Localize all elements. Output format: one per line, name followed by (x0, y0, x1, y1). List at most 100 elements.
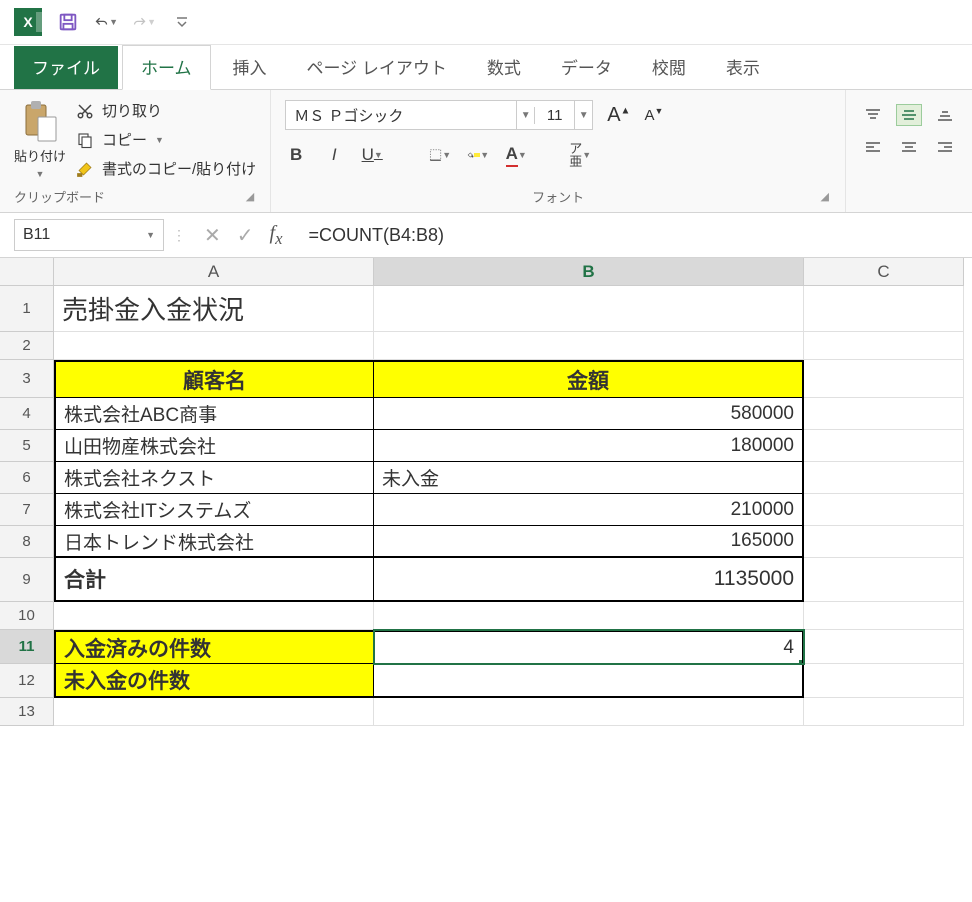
select-all-corner[interactable] (0, 258, 54, 286)
cell-A13[interactable] (54, 698, 374, 726)
row-header[interactable]: 4 (0, 398, 54, 430)
cell-A6[interactable]: 株式会社ネクスト (54, 462, 374, 494)
row-header[interactable]: 3 (0, 360, 54, 398)
cell-C7[interactable] (804, 494, 964, 526)
worksheet-grid[interactable]: 1 2 3 4 5 6 7 8 9 10 11 12 13 A B C 売掛金入… (0, 258, 972, 726)
align-bottom-button[interactable] (932, 104, 958, 126)
cell-B6[interactable]: 未入金 (374, 462, 804, 494)
cell-A5[interactable]: 山田物産株式会社 (54, 430, 374, 462)
row-header[interactable]: 13 (0, 698, 54, 726)
font-size-value[interactable]: 11 (534, 107, 574, 124)
cell-C5[interactable] (804, 430, 964, 462)
row-header[interactable]: 10 (0, 602, 54, 630)
increase-font-icon[interactable]: A▲ (607, 104, 630, 127)
cell-B2[interactable] (374, 332, 804, 360)
tab-home[interactable]: ホーム (122, 45, 211, 90)
row-header[interactable]: 2 (0, 332, 54, 360)
save-button[interactable] (56, 10, 80, 34)
tab-insert[interactable]: 挿入 (215, 46, 285, 89)
dialog-launcher-icon[interactable]: ◢ (244, 188, 256, 205)
cell-C4[interactable] (804, 398, 964, 430)
cancel-formula-icon[interactable]: ✕ (204, 223, 221, 248)
cell-A7[interactable]: 株式会社ITシステムズ (54, 494, 374, 526)
dialog-launcher-icon[interactable]: ◢ (819, 188, 831, 205)
copy-button[interactable]: コピー ▼ (76, 129, 256, 150)
align-right-button[interactable] (932, 136, 958, 158)
tab-formulas[interactable]: 数式 (469, 46, 539, 89)
cell-B1[interactable] (374, 286, 804, 332)
tab-view[interactable]: 表示 (708, 46, 778, 89)
cell-C10[interactable] (804, 602, 964, 630)
chevron-down-icon[interactable]: ▼ (516, 101, 534, 129)
name-box[interactable]: B11 ▼ (14, 219, 164, 251)
cell-A1[interactable]: 売掛金入金状況 (54, 286, 374, 332)
font-name-combo[interactable]: ＭＳ Ｐゴシック ▼ 11 ▼ (285, 100, 593, 130)
cell-C12[interactable] (804, 664, 964, 698)
cell-C8[interactable] (804, 526, 964, 558)
cell-B7[interactable]: 210000 (374, 494, 804, 526)
align-left-button[interactable] (860, 136, 886, 158)
decrease-font-icon[interactable]: A▼ (644, 106, 663, 124)
customize-qat-button[interactable] (170, 10, 194, 34)
row-header[interactable]: 7 (0, 494, 54, 526)
cell-C1[interactable] (804, 286, 964, 332)
cell-B10[interactable] (374, 602, 804, 630)
cell-B4[interactable]: 580000 (374, 398, 804, 430)
row-header[interactable]: 5 (0, 430, 54, 462)
row-header[interactable]: 12 (0, 664, 54, 698)
cell-C13[interactable] (804, 698, 964, 726)
borders-button[interactable]: ▼ (429, 144, 451, 166)
cell-C2[interactable] (804, 332, 964, 360)
cell-A9[interactable]: 合計 (54, 558, 374, 602)
cell-B11[interactable]: 4 (374, 630, 804, 664)
row-header[interactable]: 6 (0, 462, 54, 494)
row-header[interactable]: 8 (0, 526, 54, 558)
cell-C3[interactable] (804, 360, 964, 398)
tab-page-layout[interactable]: ページ レイアウト (289, 46, 465, 89)
cell-A4[interactable]: 株式会社ABC商事 (54, 398, 374, 430)
tab-review[interactable]: 校閲 (634, 46, 704, 89)
cell-C9[interactable] (804, 558, 964, 602)
phonetic-button[interactable]: ア亜▼ (569, 144, 591, 166)
chevron-down-icon[interactable]: ▼ (574, 101, 592, 129)
cell-C6[interactable] (804, 462, 964, 494)
cell-C11[interactable] (804, 630, 964, 664)
cell-B5[interactable]: 180000 (374, 430, 804, 462)
row-header[interactable]: 1 (0, 286, 54, 332)
cell-B13[interactable] (374, 698, 804, 726)
cut-button[interactable]: 切り取り (76, 100, 256, 121)
insert-function-icon[interactable]: fx (270, 222, 283, 249)
format-painter-button[interactable]: 書式のコピー/貼り付け (76, 158, 256, 179)
row-header[interactable]: 9 (0, 558, 54, 602)
cell-A12[interactable]: 未入金の件数 (54, 664, 374, 698)
paste-button[interactable]: 貼り付け ▼ (14, 100, 66, 179)
tab-data[interactable]: データ (543, 46, 630, 89)
tab-file[interactable]: ファイル (14, 46, 118, 89)
underline-button[interactable]: U ▼ (361, 144, 383, 166)
col-header[interactable]: C (804, 258, 964, 286)
formula-input[interactable] (301, 219, 959, 251)
undo-button[interactable]: ▼ (94, 10, 118, 34)
italic-button[interactable]: I (323, 144, 345, 166)
bold-button[interactable]: B (285, 144, 307, 166)
enter-formula-icon[interactable]: ✓ (237, 223, 254, 248)
font-color-button[interactable]: A▼ (505, 144, 527, 166)
col-header[interactable]: B (374, 258, 804, 286)
cell-B8[interactable]: 165000 (374, 526, 804, 558)
align-top-button[interactable] (860, 104, 886, 126)
cell-A11[interactable]: 入金済みの件数 (54, 630, 374, 664)
cell-A10[interactable] (54, 602, 374, 630)
align-middle-button[interactable] (896, 104, 922, 126)
fill-color-button[interactable]: ▼ (467, 144, 489, 166)
row-header[interactable]: 11 (0, 630, 54, 664)
cell-A3[interactable]: 顧客名 (54, 360, 374, 398)
chevron-down-icon[interactable]: ▼ (146, 230, 155, 240)
cell-A8[interactable]: 日本トレンド株式会社 (54, 526, 374, 558)
cell-B9[interactable]: 1135000 (374, 558, 804, 602)
col-header[interactable]: A (54, 258, 374, 286)
cell-B3[interactable]: 金額 (374, 360, 804, 398)
redo-button[interactable]: ▼ (132, 10, 156, 34)
align-center-button[interactable] (896, 136, 922, 158)
cell-B12[interactable] (374, 664, 804, 698)
cell-A2[interactable] (54, 332, 374, 360)
